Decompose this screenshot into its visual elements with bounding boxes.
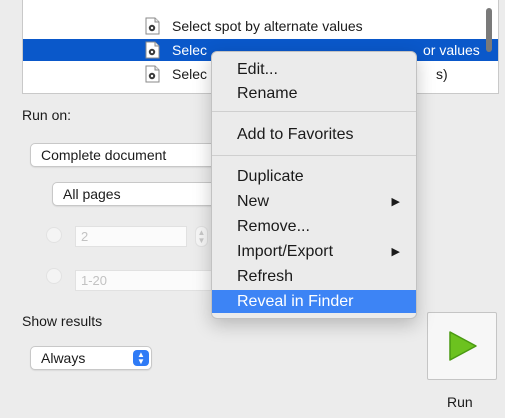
menu-item-duplicate[interactable]: Duplicate xyxy=(212,165,416,188)
submenu-arrow-icon: ▶ xyxy=(391,196,400,208)
page-stepper[interactable]: ▲ ▼ xyxy=(195,226,208,247)
menu-item-label: Rename xyxy=(237,84,298,102)
menu-item-new[interactable]: New ▶ xyxy=(212,190,416,213)
context-menu: Edit... Rename Add to Favorites Duplicat… xyxy=(211,51,417,319)
menu-item-label: Reveal in Finder xyxy=(237,292,354,310)
menu-item-label: Duplicate xyxy=(237,167,304,185)
scope-popup[interactable]: Complete document xyxy=(30,143,230,167)
scope-popup-value: Complete document xyxy=(41,147,167,163)
pages-popup-value: All pages xyxy=(63,186,121,202)
menu-separator xyxy=(212,111,416,112)
show-results-popup[interactable]: Always ▲ ▼ xyxy=(30,346,152,370)
list-item[interactable]: Select spot by alternate values xyxy=(23,15,498,37)
menu-item-label: Add to Favorites xyxy=(237,125,354,143)
menu-item-refresh[interactable]: Refresh xyxy=(212,265,416,288)
run-label: Run xyxy=(447,394,473,410)
page-range-field[interactable]: 1-20 xyxy=(75,270,215,291)
popup-updown-icon: ▲ ▼ xyxy=(133,350,149,366)
menu-item-add-to-favorites[interactable]: Add to Favorites xyxy=(212,123,416,146)
list-item-label-tail: or values xyxy=(423,42,480,58)
list-item-label: Select spot by alternate values xyxy=(172,18,363,34)
sequence-file-icon xyxy=(145,17,160,35)
sequence-file-icon xyxy=(145,41,160,59)
menu-item-label: Remove... xyxy=(237,217,310,235)
list-item-label: Selec xyxy=(172,42,208,58)
list-scrollbar[interactable] xyxy=(486,8,492,52)
page-range-radio[interactable] xyxy=(46,268,62,284)
menu-item-label: Edit... xyxy=(237,60,278,78)
run-on-label: Run on: xyxy=(22,107,72,123)
submenu-arrow-icon: ▶ xyxy=(391,246,400,258)
page-range-value: 1-20 xyxy=(81,273,108,288)
single-page-radio[interactable] xyxy=(46,227,62,243)
play-icon xyxy=(449,331,477,361)
menu-item-label: Import/Export xyxy=(237,242,334,260)
menu-item-import-export[interactable]: Import/Export ▶ xyxy=(212,240,416,263)
list-item-label: Selec xyxy=(172,66,208,82)
stepper-down-icon: ▼ xyxy=(197,235,206,245)
menu-item-remove[interactable]: Remove... xyxy=(212,215,416,238)
menu-item-rename[interactable]: Rename xyxy=(212,82,416,105)
menu-item-label: New xyxy=(237,192,270,210)
list-item-label-tail: s) xyxy=(436,66,448,82)
show-results-label: Show results xyxy=(22,313,103,329)
single-page-value: 2 xyxy=(81,229,89,244)
single-page-field[interactable]: 2 xyxy=(75,226,187,247)
menu-separator xyxy=(212,155,416,156)
show-results-value: Always xyxy=(41,350,86,366)
menu-item-edit[interactable]: Edit... xyxy=(212,58,416,81)
pages-popup[interactable]: All pages xyxy=(52,182,230,206)
menu-item-reveal-in-finder[interactable]: Reveal in Finder xyxy=(212,290,416,313)
run-button[interactable] xyxy=(427,312,497,380)
menu-item-label: Refresh xyxy=(237,267,294,285)
sequence-file-icon xyxy=(145,65,160,83)
